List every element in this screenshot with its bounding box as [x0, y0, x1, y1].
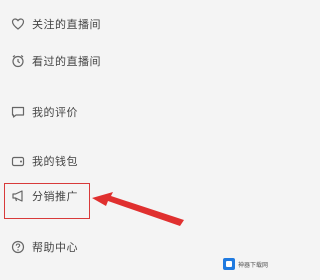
menu-item-label: 看过的直播间 [32, 55, 101, 68]
menu-item-label: 我的钱包 [32, 155, 78, 168]
menu-item-followed-live-rooms[interactable]: 关注的直播间 [0, 8, 283, 40]
watermark-logo [223, 258, 235, 270]
watermark-text: 神器下载网 [238, 261, 269, 269]
menu-item-label: 帮助中心 [32, 241, 78, 254]
menu-item-my-wallet[interactable]: 我的钱包 [0, 145, 283, 177]
menu-item-my-reviews[interactable]: 我的评价 [0, 96, 283, 128]
menu-item-label: 关注的直播间 [32, 18, 101, 31]
alarm-clock-icon [11, 54, 25, 68]
comment-icon [11, 105, 25, 119]
menu-item-label: 我的评价 [32, 106, 78, 119]
highlight-box [4, 183, 90, 219]
wallet-icon [11, 154, 25, 168]
heart-badge-icon [11, 17, 25, 31]
menu-item-watched-live-rooms[interactable]: 看过的直播间 [0, 45, 283, 77]
watermark: 神器下载网 [223, 257, 275, 271]
help-icon [11, 240, 25, 254]
